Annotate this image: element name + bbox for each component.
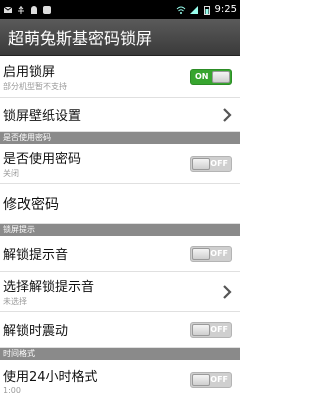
setting-title: 启用锁屏 [3, 65, 56, 80]
app-title: 超萌兔斯基密码锁屏 [8, 29, 153, 48]
app-title-bar: 超萌兔斯基密码锁屏 [0, 19, 240, 56]
chevron-right-icon [223, 107, 232, 122]
section-header-time: 时间格式 [0, 348, 240, 360]
setting-title: 使用24小时格式 [3, 369, 98, 385]
app-icon [43, 5, 51, 14]
android-icon [31, 5, 37, 14]
toggle-knob [192, 323, 210, 336]
toggle-label: OFF [210, 158, 228, 168]
enable-lock-toggle[interactable]: ON [190, 68, 232, 85]
setting-subtitle: 未选择 [3, 297, 27, 306]
toggle-knob [192, 374, 210, 386]
status-time: 9:25 [214, 4, 237, 15]
toggle-label: OFF [210, 324, 228, 334]
setting-title: 解锁提示音 [3, 248, 69, 263]
sms-icon [3, 6, 13, 13]
system-icons: 9:25 [176, 4, 240, 15]
section-header-password: 是否使用密码 [0, 132, 240, 144]
notification-icons [0, 5, 52, 15]
wifi-icon [176, 6, 185, 14]
setting-choose-sound[interactable]: 选择解锁提示音 未选择 [0, 272, 240, 312]
chevron-right-icon [223, 284, 232, 299]
setting-title: 是否使用密码 [3, 152, 82, 167]
status-bar: 9:25 [0, 0, 240, 19]
setting-title: 解锁时震动 [3, 324, 69, 339]
setting-title: 锁屏壁纸设置 [3, 109, 82, 124]
toggle-label: OFF [210, 375, 228, 384]
setting-wallpaper[interactable]: 锁屏壁纸设置 [0, 98, 240, 132]
toggle-label: OFF [210, 248, 228, 258]
section-header-unlock: 锁屏提示 [0, 224, 240, 236]
settings-list: 启用锁屏 部分机型暂不支持 ON 锁屏壁纸设置 是否使用密码 是否使用密码 关闭… [0, 56, 240, 400]
setting-subtitle: 1:00 [3, 385, 21, 395]
use-password-toggle[interactable]: OFF [190, 155, 232, 172]
signal-icon [189, 5, 198, 14]
setting-subtitle: 部分机型暂不支持 [3, 82, 67, 91]
usb-icon [18, 5, 24, 14]
setting-use-password[interactable]: 是否使用密码 关闭 OFF [0, 144, 240, 184]
toggle-knob [192, 157, 210, 170]
setting-unlock-sound[interactable]: 解锁提示音 OFF [0, 236, 240, 272]
setting-subtitle: 关闭 [3, 169, 19, 178]
use-24h-toggle[interactable]: OFF [190, 372, 232, 388]
toggle-knob [192, 247, 210, 260]
setting-change-password[interactable]: 修改密码 [0, 184, 240, 224]
setting-title: 选择解锁提示音 [3, 280, 95, 295]
setting-title: 修改密码 [3, 196, 59, 213]
toggle-label: ON [195, 71, 209, 81]
setting-enable-lock[interactable]: 启用锁屏 部分机型暂不支持 ON [0, 56, 240, 98]
battery-icon [203, 5, 210, 15]
unlock-vibrate-toggle[interactable]: OFF [190, 321, 232, 338]
setting-use-24h[interactable]: 使用24小时格式 1:00 OFF [0, 360, 240, 400]
setting-unlock-vibrate[interactable]: 解锁时震动 OFF [0, 312, 240, 348]
toggle-knob [212, 70, 230, 83]
unlock-sound-toggle[interactable]: OFF [190, 245, 232, 262]
